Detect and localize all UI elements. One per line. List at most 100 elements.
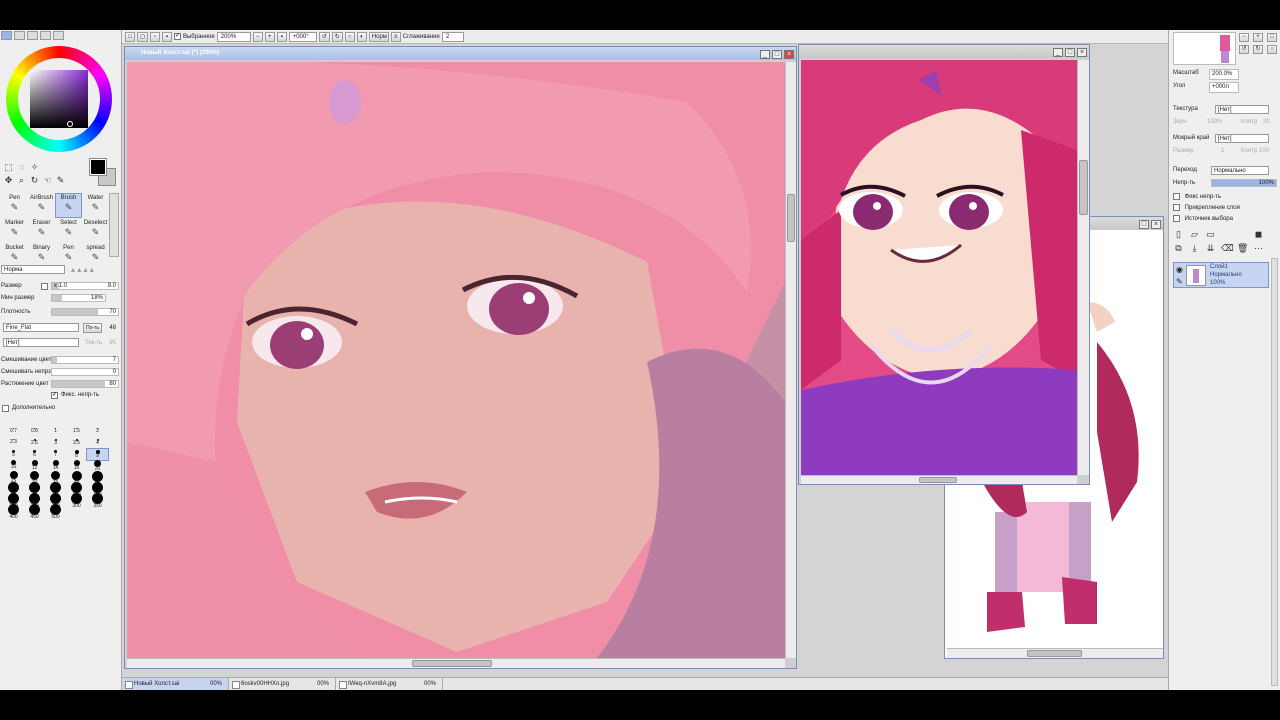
ref1-minimize-button[interactable]: _ xyxy=(1053,48,1063,57)
brush-size-preset[interactable]: 0.7 xyxy=(3,427,24,438)
brush-size-preset[interactable]: 0.8 xyxy=(24,427,45,438)
size-lock-checkbox[interactable] xyxy=(41,283,48,290)
eyedropper-icon[interactable]: ✎ xyxy=(55,175,66,186)
nav-rotate-reset-button[interactable]: ○ xyxy=(1267,45,1277,54)
size-slider[interactable]: x 1.0 9.0 xyxy=(51,282,119,290)
marquee-icon[interactable]: ⬚ xyxy=(3,162,14,173)
main-horizontal-scrollbar[interactable] xyxy=(127,658,785,668)
preserve-opacity-checkbox[interactable] xyxy=(1173,193,1180,200)
nav-zoom-in-button[interactable]: + xyxy=(1253,33,1263,42)
brush-size-preset[interactable]: 160 xyxy=(3,493,24,509)
rotate-right-button[interactable]: ↻ xyxy=(331,31,343,42)
tool-brush-2[interactable]: Brush ✎ xyxy=(55,193,82,218)
keep-opacity-checkbox[interactable] xyxy=(51,392,58,399)
rotate-reset-button[interactable]: ○ xyxy=(344,31,355,42)
document-tab[interactable]: 6oskv00HHXo.jpg 00% xyxy=(229,678,336,690)
brush-size-preset[interactable]: 5 xyxy=(3,449,24,460)
ref1-horizontal-scrollbar[interactable] xyxy=(801,475,1077,484)
dilution-slider[interactable]: 0 xyxy=(51,368,119,376)
mask-icon[interactable]: ◼ xyxy=(1253,229,1264,240)
brush-size-preset[interactable]: 14 xyxy=(45,460,66,471)
clear-layer-icon[interactable]: ⌫ xyxy=(1221,243,1234,254)
ref2-horizontal-scrollbar[interactable] xyxy=(947,648,1163,658)
advanced-checkbox[interactable] xyxy=(2,405,9,412)
brush-size-preset[interactable]: 4 xyxy=(87,438,108,449)
tool-select-6[interactable]: Select ✎ xyxy=(55,218,82,243)
new-linework-icon[interactable]: ▱ xyxy=(1189,229,1200,240)
minimize-button[interactable]: _ xyxy=(760,50,770,59)
zoom-in-button[interactable]: + xyxy=(264,31,275,42)
brush-size-preset[interactable]: 2.3 xyxy=(3,438,24,449)
brush-size-preset[interactable]: 3.5 xyxy=(66,438,87,449)
texture-strength-button[interactable]: По-ть xyxy=(83,323,102,333)
navigator-preview[interactable] xyxy=(1173,32,1236,65)
min-size-slider[interactable]: 18% xyxy=(51,294,106,302)
layer-list-scrollbar[interactable] xyxy=(1271,258,1278,686)
brush-shape-icons[interactable]: ▴ ▴ ▴ ▴ xyxy=(71,265,94,275)
nav-zoom-value[interactable]: 200.0% xyxy=(1209,69,1239,80)
tool-deselect-7[interactable]: Deselect ✎ xyxy=(82,218,109,243)
layer-item[interactable]: ◉ ✎ Слой1 Нормально 100% xyxy=(1173,262,1269,288)
foreground-color-swatch[interactable] xyxy=(89,158,107,176)
brush-size-preset[interactable]: 12 xyxy=(24,460,45,471)
document-tab[interactable]: IWeq-nXvm8A.jpg 00% xyxy=(336,678,443,690)
brush-size-preset[interactable]: 8 xyxy=(66,449,87,460)
nav-rotate-left-button[interactable]: ↺ xyxy=(1239,45,1249,54)
density-slider[interactable]: 70 xyxy=(51,308,119,316)
lasso-icon[interactable]: ◌ xyxy=(16,162,27,173)
brush-size-preset[interactable]: 1 xyxy=(45,427,66,438)
flip-button[interactable]: ◐ xyxy=(356,31,367,42)
nav-angle-value[interactable]: +000л xyxy=(1209,82,1239,93)
brush-size-preset[interactable]: 40 xyxy=(66,471,87,486)
document-tab[interactable]: Новый Холст.sai 00% xyxy=(122,678,229,690)
tool-eraser-5[interactable]: Eraser ✎ xyxy=(28,218,55,243)
brush-size-preset[interactable]: 100 xyxy=(66,482,87,498)
brush-size-preset[interactable]: 350 xyxy=(87,493,108,509)
brush-size-preset[interactable]: 30 xyxy=(24,471,45,485)
zoom-reset-button[interactable]: ▪ xyxy=(276,31,287,42)
persistence-slider[interactable]: 80 xyxy=(51,380,119,388)
layer-opacity-slider[interactable]: 100% xyxy=(1211,179,1277,187)
brush-size-preset[interactable]: 450 xyxy=(24,504,45,520)
brush-size-preset[interactable]: 80 xyxy=(45,482,66,498)
layer-effect-select[interactable]: [Нет] xyxy=(1215,134,1269,143)
brush-size-preset[interactable]: 300 xyxy=(66,493,87,509)
ref2-hscroll-thumb[interactable] xyxy=(1027,650,1082,657)
scratchpad-mode-icon[interactable] xyxy=(53,31,64,40)
visibility-eye-icon[interactable]: ◉ xyxy=(1176,265,1183,274)
brush-size-preset[interactable]: 70 xyxy=(24,482,45,498)
show-selection-button[interactable]: ▪ xyxy=(161,31,172,42)
brush-size-preset[interactable]: 120 xyxy=(87,482,108,498)
merge-visible-icon[interactable]: ⇊ xyxy=(1205,243,1216,254)
brush-size-preset[interactable]: 400 xyxy=(3,504,24,520)
deselect-button[interactable]: ◻ xyxy=(137,31,148,42)
selection-source-checkbox[interactable] xyxy=(1173,215,1180,222)
maximize-button[interactable]: □ xyxy=(772,50,782,59)
brush-size-preset[interactable]: 7 xyxy=(45,449,66,460)
selection-checkbox[interactable] xyxy=(173,33,181,40)
brush-size-preset[interactable]: 2.6 xyxy=(24,438,45,449)
select-all-button[interactable]: □ xyxy=(125,31,135,42)
ref1-hscroll-thumb[interactable] xyxy=(919,477,957,483)
tool-marker-4[interactable]: Marker ✎ xyxy=(1,218,28,243)
ref2-close-button[interactable]: × xyxy=(1151,220,1161,229)
brush-size-preset[interactable]: 3 xyxy=(45,438,66,449)
brush-size-preset[interactable]: 2 xyxy=(87,427,108,438)
main-hscroll-thumb[interactable] xyxy=(412,660,492,667)
brush-size-preset[interactable]: 50 xyxy=(87,471,108,487)
tool-water-3[interactable]: Water ✎ xyxy=(82,193,109,218)
tool-pen-0[interactable]: Pen ✎ xyxy=(1,193,28,218)
stabilizer-icon-button[interactable]: ≡ xyxy=(390,31,401,42)
tool-grid-scrollbar[interactable] xyxy=(109,193,119,257)
brush-size-preset[interactable]: 500 xyxy=(45,504,66,520)
merge-down-icon[interactable]: ⤓ xyxy=(1189,243,1200,254)
brush-size-preset[interactable]: 35 xyxy=(45,471,66,485)
new-folder-icon[interactable]: ▭ xyxy=(1205,229,1216,240)
copy-layer-icon[interactable]: ⧉ xyxy=(1173,243,1184,254)
brush-size-preset[interactable]: 200 xyxy=(24,493,45,509)
layer-extra-icon[interactable]: ⋯ xyxy=(1253,243,1264,254)
paper-texture-select[interactable]: [Нет] xyxy=(3,338,79,347)
reference-1-canvas[interactable] xyxy=(801,60,1077,475)
ref1-vscroll-thumb[interactable] xyxy=(1079,160,1088,215)
brush-size-preset[interactable]: 6 xyxy=(24,449,45,460)
